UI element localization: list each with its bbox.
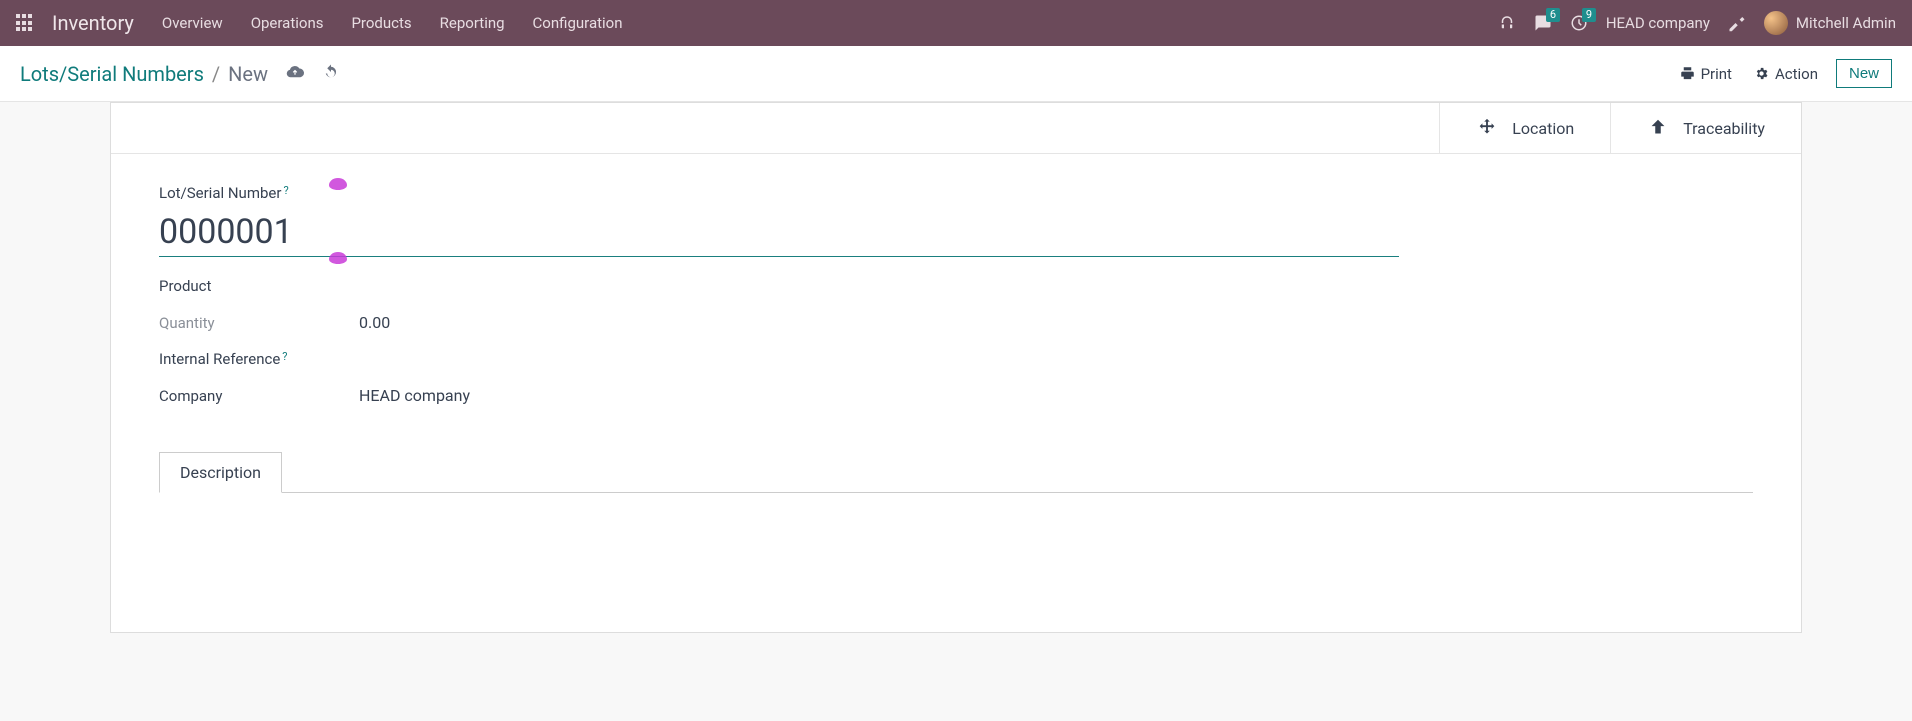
- tab-content-description[interactable]: [159, 492, 1753, 632]
- tab-bar: Description: [111, 451, 1801, 632]
- annotation-marker: [329, 252, 347, 264]
- stat-button-row: Location Traceability: [111, 103, 1801, 154]
- messages-icon[interactable]: 6: [1534, 14, 1552, 32]
- lot-serial-label: Lot/Serial Number ?: [159, 184, 1753, 202]
- menu-products[interactable]: Products: [351, 14, 411, 32]
- breadcrumb-root[interactable]: Lots/Serial Numbers: [20, 62, 204, 86]
- tab-description[interactable]: Description: [159, 452, 282, 493]
- form-grid: Product Quantity 0.00 Internal Reference…: [159, 277, 1059, 405]
- activities-badge: 9: [1582, 8, 1596, 22]
- app-brand[interactable]: Inventory: [52, 11, 134, 35]
- help-icon[interactable]: ?: [283, 184, 288, 197]
- breadcrumb-current: New: [228, 62, 268, 86]
- status-icons: [286, 63, 340, 85]
- company-switcher[interactable]: HEAD company: [1606, 14, 1710, 32]
- new-button[interactable]: New: [1836, 59, 1892, 88]
- quantity-value: 0.00: [359, 313, 1059, 332]
- stat-location-button[interactable]: Location: [1439, 103, 1610, 153]
- annotation-marker: [329, 178, 347, 190]
- company-label: Company: [159, 387, 359, 405]
- controlbar-right: Print Action New: [1676, 59, 1892, 89]
- company-value[interactable]: HEAD company: [359, 386, 1059, 405]
- cloud-unsaved-icon[interactable]: [286, 63, 304, 85]
- discard-icon[interactable]: [322, 63, 340, 85]
- arrow-up-icon: [1647, 117, 1669, 139]
- stat-traceability-button[interactable]: Traceability: [1610, 103, 1801, 153]
- topbar-right: 6 9 HEAD company Mitchell Admin: [1498, 11, 1896, 35]
- menu-reporting[interactable]: Reporting: [440, 14, 505, 32]
- menu-configuration[interactable]: Configuration: [533, 14, 623, 32]
- print-button[interactable]: Print: [1676, 59, 1736, 89]
- internal-reference-label: Internal Reference ?: [159, 350, 359, 368]
- user-name: Mitchell Admin: [1796, 14, 1896, 32]
- form-sheet: Location Traceability Lot/Serial Number …: [110, 102, 1802, 633]
- top-navbar: Inventory Overview Operations Products R…: [0, 0, 1912, 46]
- apps-grid-icon[interactable]: [16, 14, 34, 32]
- control-bar: Lots/Serial Numbers / New Print Action N…: [0, 46, 1912, 102]
- user-menu[interactable]: Mitchell Admin: [1764, 11, 1896, 35]
- debug-tools-icon[interactable]: [1728, 14, 1746, 32]
- main-menu: Overview Operations Products Reporting C…: [162, 14, 623, 32]
- breadcrumb: Lots/Serial Numbers / New: [20, 62, 268, 86]
- stat-location-label: Location: [1512, 119, 1574, 138]
- lot-serial-input[interactable]: [159, 206, 1399, 257]
- messages-badge: 6: [1546, 8, 1560, 22]
- menu-operations[interactable]: Operations: [251, 14, 324, 32]
- product-label: Product: [159, 277, 359, 295]
- avatar: [1764, 11, 1788, 35]
- breadcrumb-separator: /: [212, 62, 220, 86]
- action-label: Action: [1775, 65, 1818, 83]
- menu-overview[interactable]: Overview: [162, 14, 223, 32]
- print-label: Print: [1701, 65, 1732, 83]
- help-icon[interactable]: ?: [282, 350, 287, 363]
- sheet-wrap: Location Traceability Lot/Serial Number …: [0, 102, 1912, 633]
- stat-traceability-label: Traceability: [1683, 119, 1765, 138]
- support-icon[interactable]: [1498, 14, 1516, 32]
- move-arrows-icon: [1476, 117, 1498, 139]
- activities-icon[interactable]: 9: [1570, 14, 1588, 32]
- action-button[interactable]: Action: [1750, 59, 1822, 89]
- quantity-label: Quantity: [159, 314, 359, 332]
- form-body: Lot/Serial Number ? Product Quantity 0.0…: [111, 154, 1801, 415]
